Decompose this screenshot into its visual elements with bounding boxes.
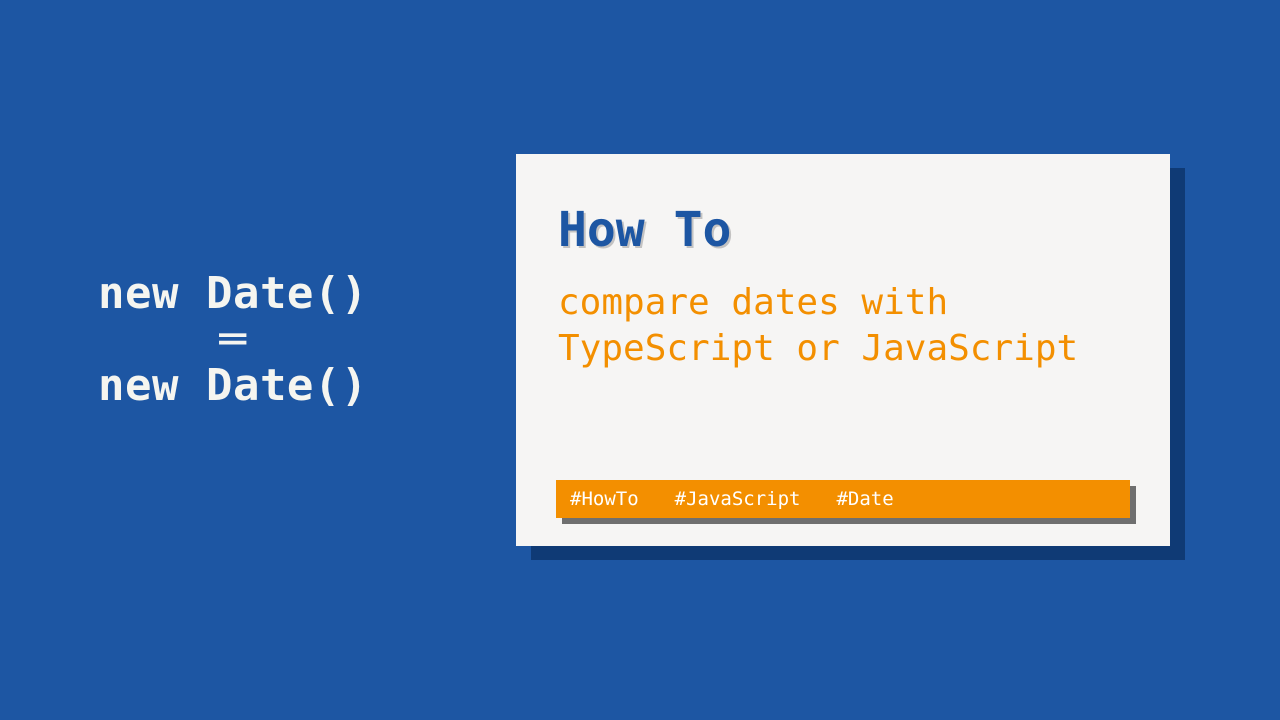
- card-subtitle: compare dates with TypeScript or JavaScr…: [558, 280, 1128, 372]
- tag-javascript: #JavaScript: [675, 488, 801, 510]
- equals-symbol: ═: [98, 318, 368, 362]
- tag-bar: #HowTo #JavaScript #Date: [556, 480, 1130, 518]
- tag-howto: #HowTo: [570, 488, 639, 510]
- code-line-2: new Date(): [98, 360, 368, 411]
- code-snippet: new Date() ═ new Date(): [98, 268, 368, 412]
- code-line-1: new Date(): [98, 268, 368, 319]
- tag-date: #Date: [836, 488, 893, 510]
- card-heading: How To: [558, 202, 1128, 258]
- title-card: How To compare dates with TypeScript or …: [516, 154, 1170, 546]
